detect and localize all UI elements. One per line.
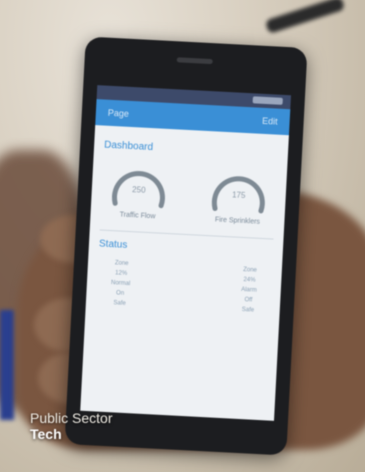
blue-edge	[0, 310, 14, 420]
phone-speaker	[176, 57, 213, 65]
divider	[99, 229, 274, 240]
gauge-label-1: Traffic Flow	[119, 211, 156, 221]
list-item: Safe	[113, 300, 126, 307]
section-title-status: Status	[98, 238, 128, 251]
smartphone: Page Edit Dashboard 250 Traffic Flow 175…	[64, 36, 308, 456]
list-item: Safe	[241, 307, 255, 314]
status-columns: Zone 12% Normal On Safe Zone 24% Alarm O…	[96, 259, 272, 318]
caption-line-2: Tech	[30, 426, 62, 442]
gauges-row: 250 Traffic Flow 175 Fire Sprinklers	[100, 161, 277, 227]
gauge-value-1: 250	[132, 185, 146, 195]
app-bar-action[interactable]: Edit	[262, 116, 278, 127]
video-caption: Public Sector Tech	[30, 410, 112, 442]
gauge-arc-2: 175	[211, 176, 265, 214]
caption-line-1: Public Sector	[30, 410, 113, 426]
gauge-1: 250 Traffic Flow	[102, 161, 175, 222]
status-indicators	[252, 96, 283, 105]
gauge-arc-1: 250	[112, 171, 165, 209]
phone-screen: Page Edit Dashboard 250 Traffic Flow 175…	[80, 85, 292, 421]
gauge-value-2: 175	[232, 190, 246, 200]
status-column-2: Zone 24% Alarm Off Safe	[240, 267, 258, 318]
gauge-2: 175 Fire Sprinklers	[202, 166, 275, 227]
section-title-dashboard: Dashboard	[103, 139, 154, 154]
photo-scene: Page Edit Dashboard 250 Traffic Flow 175…	[0, 0, 365, 472]
pen	[264, 0, 346, 35]
screen-content: Dashboard 250 Traffic Flow 175 Fire Spri…	[85, 125, 289, 329]
status-column-1: Zone 12% Normal On Safe	[110, 260, 132, 311]
app-bar-title[interactable]: Page	[108, 108, 130, 119]
gauge-label-2: Fire Sprinklers	[214, 216, 261, 226]
